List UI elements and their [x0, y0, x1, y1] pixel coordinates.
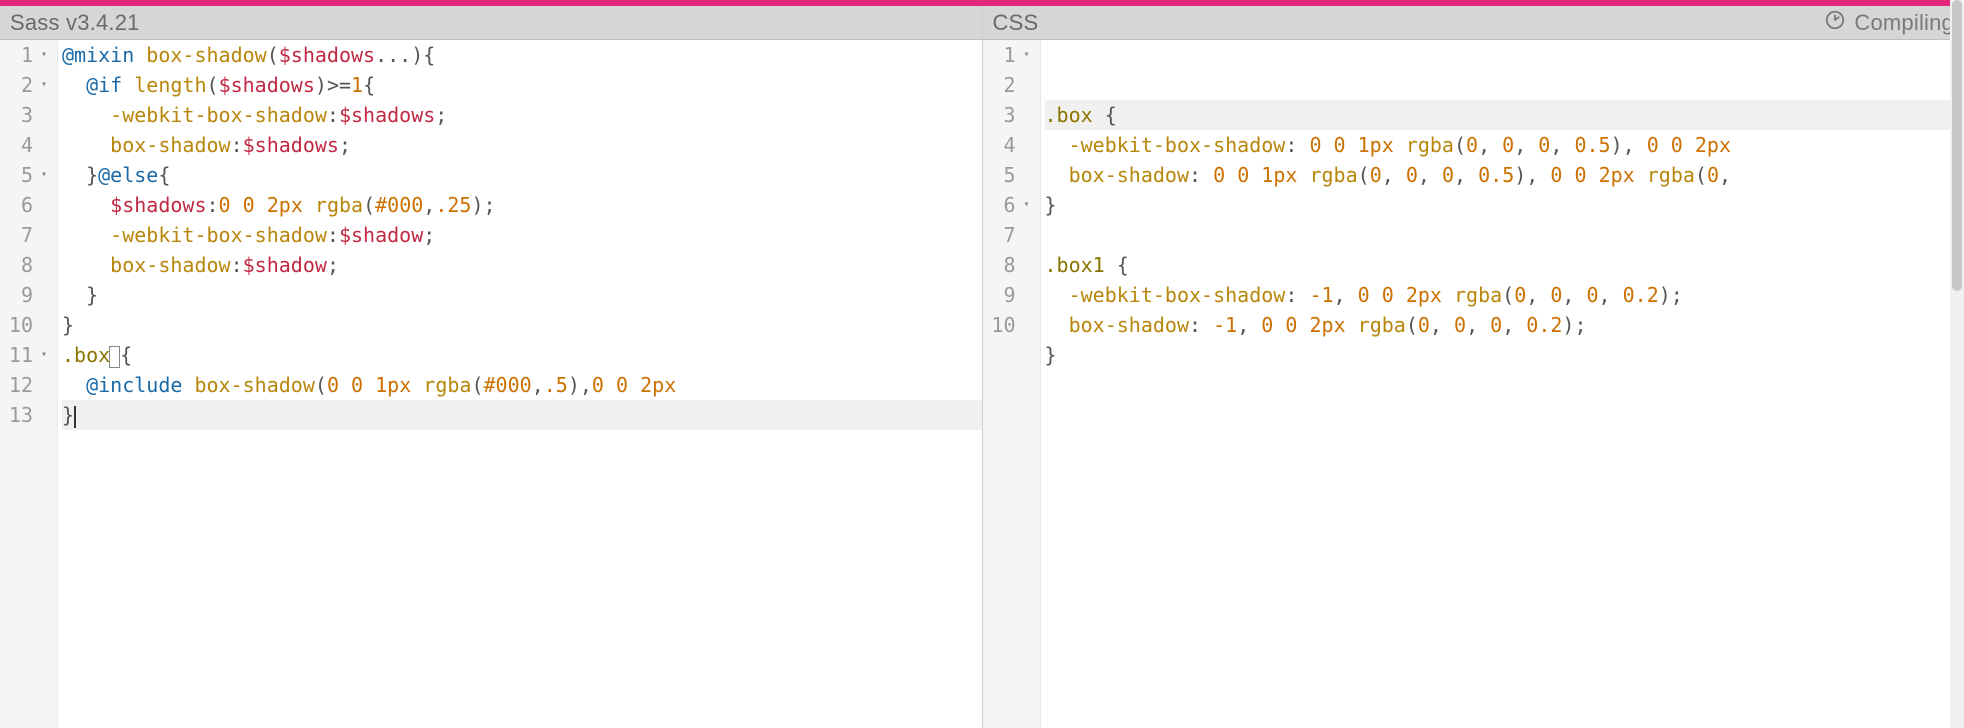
code-line[interactable]: box-shadow: -1, 0 0 2px rgba(0, 0, 0, 0.…	[1045, 310, 1964, 340]
gutter-line[interactable]: 2	[983, 70, 1034, 100]
code-line[interactable]	[1045, 370, 1964, 400]
gutter-line[interactable]: 9	[983, 280, 1034, 310]
code-line[interactable]: $shadows:0 0 2px rgba(#000,.25);	[62, 190, 982, 220]
gutter-line[interactable]: 12	[0, 370, 51, 400]
css-panel-header: CSS Compiling	[983, 6, 1964, 40]
gutter-line[interactable]: 8	[0, 250, 51, 280]
gutter-line[interactable]: 2▾	[0, 70, 51, 100]
sass-panel-header: Sass v3.4.21	[0, 6, 982, 40]
gutter-line[interactable]: 9	[0, 280, 51, 310]
code-line[interactable]: .box {	[1045, 100, 1964, 130]
gutter-line[interactable]: 10	[983, 310, 1034, 340]
code-line[interactable]: -webkit-box-shadow:$shadows;	[62, 100, 982, 130]
code-line[interactable]: }	[1045, 190, 1964, 220]
split-panels: Sass v3.4.21 1▾2▾345▾67891011▾1213 @mixi…	[0, 6, 1964, 728]
gutter-line[interactable]: 1▾	[0, 40, 51, 70]
css-gutter[interactable]: 1▾23456▾78910	[983, 40, 1041, 728]
css-code-area[interactable]: .box { -webkit-box-shadow: 0 0 1px rgba(…	[1041, 40, 1964, 728]
sass-editor[interactable]: 1▾2▾345▾67891011▾1213 @mixin box-shadow(…	[0, 40, 982, 728]
gutter-line[interactable]: 8	[983, 250, 1034, 280]
fold-arrow-icon[interactable]: ▾	[37, 340, 47, 370]
code-line[interactable]: }	[62, 280, 982, 310]
code-line[interactable]: @if length($shadows)>=1{	[62, 70, 982, 100]
css-scrollbar-thumb[interactable]	[1952, 40, 1962, 291]
code-line[interactable]	[1045, 220, 1964, 250]
gutter-line[interactable]: 5	[983, 160, 1034, 190]
code-line[interactable]: @include box-shadow(0 0 1px rgba(#000,.5…	[62, 370, 982, 400]
code-line[interactable]: box-shadow: 0 0 1px rgba(0, 0, 0, 0.5), …	[1045, 160, 1964, 190]
code-line[interactable]: @mixin box-shadow($shadows...){	[62, 40, 982, 70]
css-panel-title: CSS	[993, 10, 1039, 36]
gutter-line[interactable]: 7	[983, 220, 1034, 250]
code-line[interactable]: }	[62, 400, 982, 430]
code-line[interactable]: box-shadow:$shadows;	[62, 130, 982, 160]
fold-arrow-icon[interactable]: ▾	[1020, 190, 1030, 220]
fold-arrow-icon[interactable]: ▾	[37, 160, 47, 190]
gutter-line[interactable]: 7	[0, 220, 51, 250]
gutter-line[interactable]: 4	[983, 130, 1034, 160]
fold-arrow-icon[interactable]: ▾	[37, 40, 47, 70]
code-line[interactable]: box-shadow:$shadow;	[62, 250, 982, 280]
gutter-line[interactable]: 5▾	[0, 160, 51, 190]
gutter-line[interactable]: 3	[0, 100, 51, 130]
fold-arrow-icon[interactable]: ▾	[37, 70, 47, 100]
compile-spinner-icon	[1824, 9, 1846, 37]
code-line[interactable]: }	[62, 310, 982, 340]
sass-gutter[interactable]: 1▾2▾345▾67891011▾1213	[0, 40, 58, 728]
code-line[interactable]: .box1 {	[1045, 250, 1964, 280]
code-line[interactable]: .box{	[62, 340, 982, 370]
code-line[interactable]: -webkit-box-shadow:$shadow;	[62, 220, 982, 250]
css-scrollbar[interactable]	[1950, 40, 1964, 728]
gutter-line[interactable]: 3	[983, 100, 1034, 130]
gutter-line[interactable]: 6	[0, 190, 51, 220]
gutter-line[interactable]: 4	[0, 130, 51, 160]
css-panel: CSS Compiling 1▾23456▾78910 .box { -webk…	[983, 6, 1964, 728]
gutter-line[interactable]: 11▾	[0, 340, 51, 370]
sass-code-area[interactable]: @mixin box-shadow($shadows...){ @if leng…	[58, 40, 982, 728]
sass-panel-title: Sass v3.4.21	[10, 10, 140, 36]
code-line[interactable]: }	[1045, 340, 1964, 370]
sass-panel: Sass v3.4.21 1▾2▾345▾67891011▾1213 @mixi…	[0, 6, 983, 728]
code-line[interactable]: -webkit-box-shadow: 0 0 1px rgba(0, 0, 0…	[1045, 130, 1964, 160]
css-editor[interactable]: 1▾23456▾78910 .box { -webkit-box-shadow:…	[983, 40, 1964, 728]
gutter-line[interactable]: 1▾	[983, 40, 1034, 70]
gutter-line[interactable]: 13	[0, 400, 51, 430]
compile-status-label: Compiling	[1854, 10, 1954, 36]
fold-arrow-icon[interactable]: ▾	[1020, 40, 1030, 70]
gutter-line[interactable]: 10	[0, 310, 51, 340]
gutter-line[interactable]: 6▾	[983, 190, 1034, 220]
code-line[interactable]: -webkit-box-shadow: -1, 0 0 2px rgba(0, …	[1045, 280, 1964, 310]
code-line[interactable]: }@else{	[62, 160, 982, 190]
